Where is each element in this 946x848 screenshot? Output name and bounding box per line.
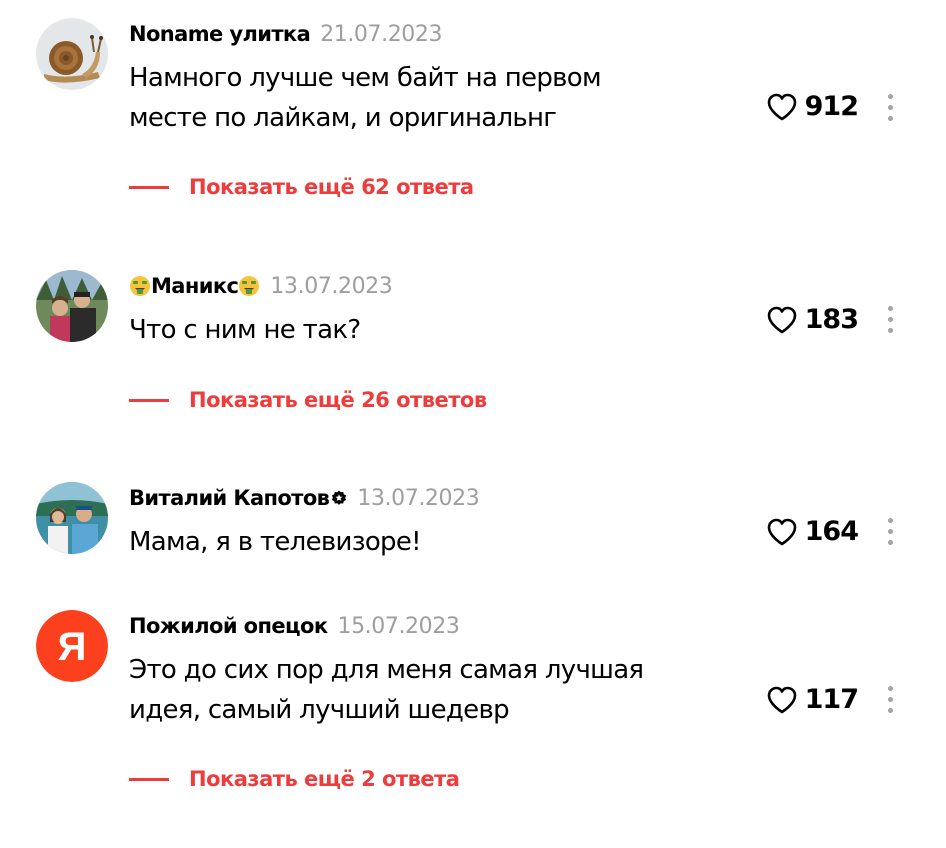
comment-text-line: Что с ним не так? — [129, 315, 361, 345]
more-options-icon[interactable] — [882, 517, 900, 547]
show-replies-label: Показать ещё 26 ответов — [189, 388, 487, 412]
money-mouth-face-emoji — [239, 276, 260, 296]
like-button[interactable]: 183 — [766, 304, 859, 335]
comment-text-line: Мама, я в телевизоре! — [129, 527, 422, 557]
heart-icon — [767, 306, 796, 333]
money-mouth-face-emoji — [130, 276, 150, 296]
comment-text-line: идея, самый лучший шедевр — [129, 695, 510, 725]
avatar[interactable]: Я — [36, 610, 108, 682]
like-button[interactable]: 117 — [766, 684, 859, 715]
comment-date: 13.07.2023 — [357, 486, 480, 511]
show-replies-button[interactable]: Показать ещё 2 ответа — [129, 767, 460, 791]
comment-header: Noname улитка 21.07.2023 — [129, 20, 443, 50]
comment-date: 21.07.2023 — [320, 22, 443, 47]
likes-count: 164 — [804, 516, 859, 547]
author-name[interactable]: Noname улитка — [129, 22, 311, 46]
more-options-icon[interactable] — [882, 93, 900, 123]
comment-text: Мама, я в телевизоре! — [129, 522, 749, 562]
show-replies-button[interactable]: Показать ещё 62 ответа — [129, 175, 474, 199]
comment-text: Намного лучше чем байт на первом месте п… — [129, 58, 749, 138]
like-button[interactable]: 164 — [766, 516, 859, 547]
show-replies-label: Показать ещё 62 ответа — [189, 175, 474, 199]
like-button[interactable]: 912 — [766, 91, 859, 122]
comment-text-line: Намного лучше чем байт на первом — [129, 63, 602, 93]
avatar[interactable] — [36, 482, 108, 554]
author-name[interactable]: Пожилой опецок — [129, 614, 328, 638]
heart-icon — [767, 518, 796, 545]
author-name[interactable]: Маникс — [151, 274, 239, 298]
comment-text: Это до сих пор для меня самая лучшая иде… — [129, 650, 749, 730]
heart-icon — [767, 686, 796, 713]
more-options-icon[interactable] — [882, 685, 900, 715]
replies-dash — [129, 777, 169, 781]
avatar[interactable] — [36, 270, 108, 342]
likes-count: 117 — [804, 684, 859, 715]
more-options-icon[interactable] — [882, 305, 900, 335]
avatar[interactable] — [36, 18, 108, 90]
verified-badge-icon — [332, 490, 347, 505]
comment-header: Маникс 13.07.2023 — [129, 272, 393, 302]
photo-avatar-image — [36, 482, 108, 554]
comment-text-line: Это до сих пор для меня самая лучшая — [129, 655, 644, 685]
comment-text-line: месте по лайкам, и оригинальнг — [129, 103, 557, 133]
comment-header: Пожилой опецок 15.07.2023 — [129, 612, 460, 642]
comment-date: 15.07.2023 — [337, 614, 460, 639]
comment-header: Виталий Капотов 13.07.2023 — [129, 484, 480, 514]
likes-count: 912 — [804, 91, 859, 122]
photo-avatar-image — [36, 270, 108, 342]
comment-text: Что с ним не так? — [129, 310, 749, 350]
heart-icon — [767, 93, 796, 120]
snail-avatar-image — [36, 18, 108, 90]
yandex-logo-icon: Я — [36, 610, 108, 682]
show-replies-button[interactable]: Показать ещё 26 ответов — [129, 388, 487, 412]
show-replies-label: Показать ещё 2 ответа — [189, 767, 460, 791]
yandex-logo-letter: Я — [58, 625, 87, 669]
replies-dash — [129, 398, 169, 402]
author-name[interactable]: Виталий Капотов — [129, 486, 330, 510]
replies-dash — [129, 185, 169, 189]
likes-count: 183 — [804, 304, 859, 335]
comment-date: 13.07.2023 — [270, 274, 393, 299]
